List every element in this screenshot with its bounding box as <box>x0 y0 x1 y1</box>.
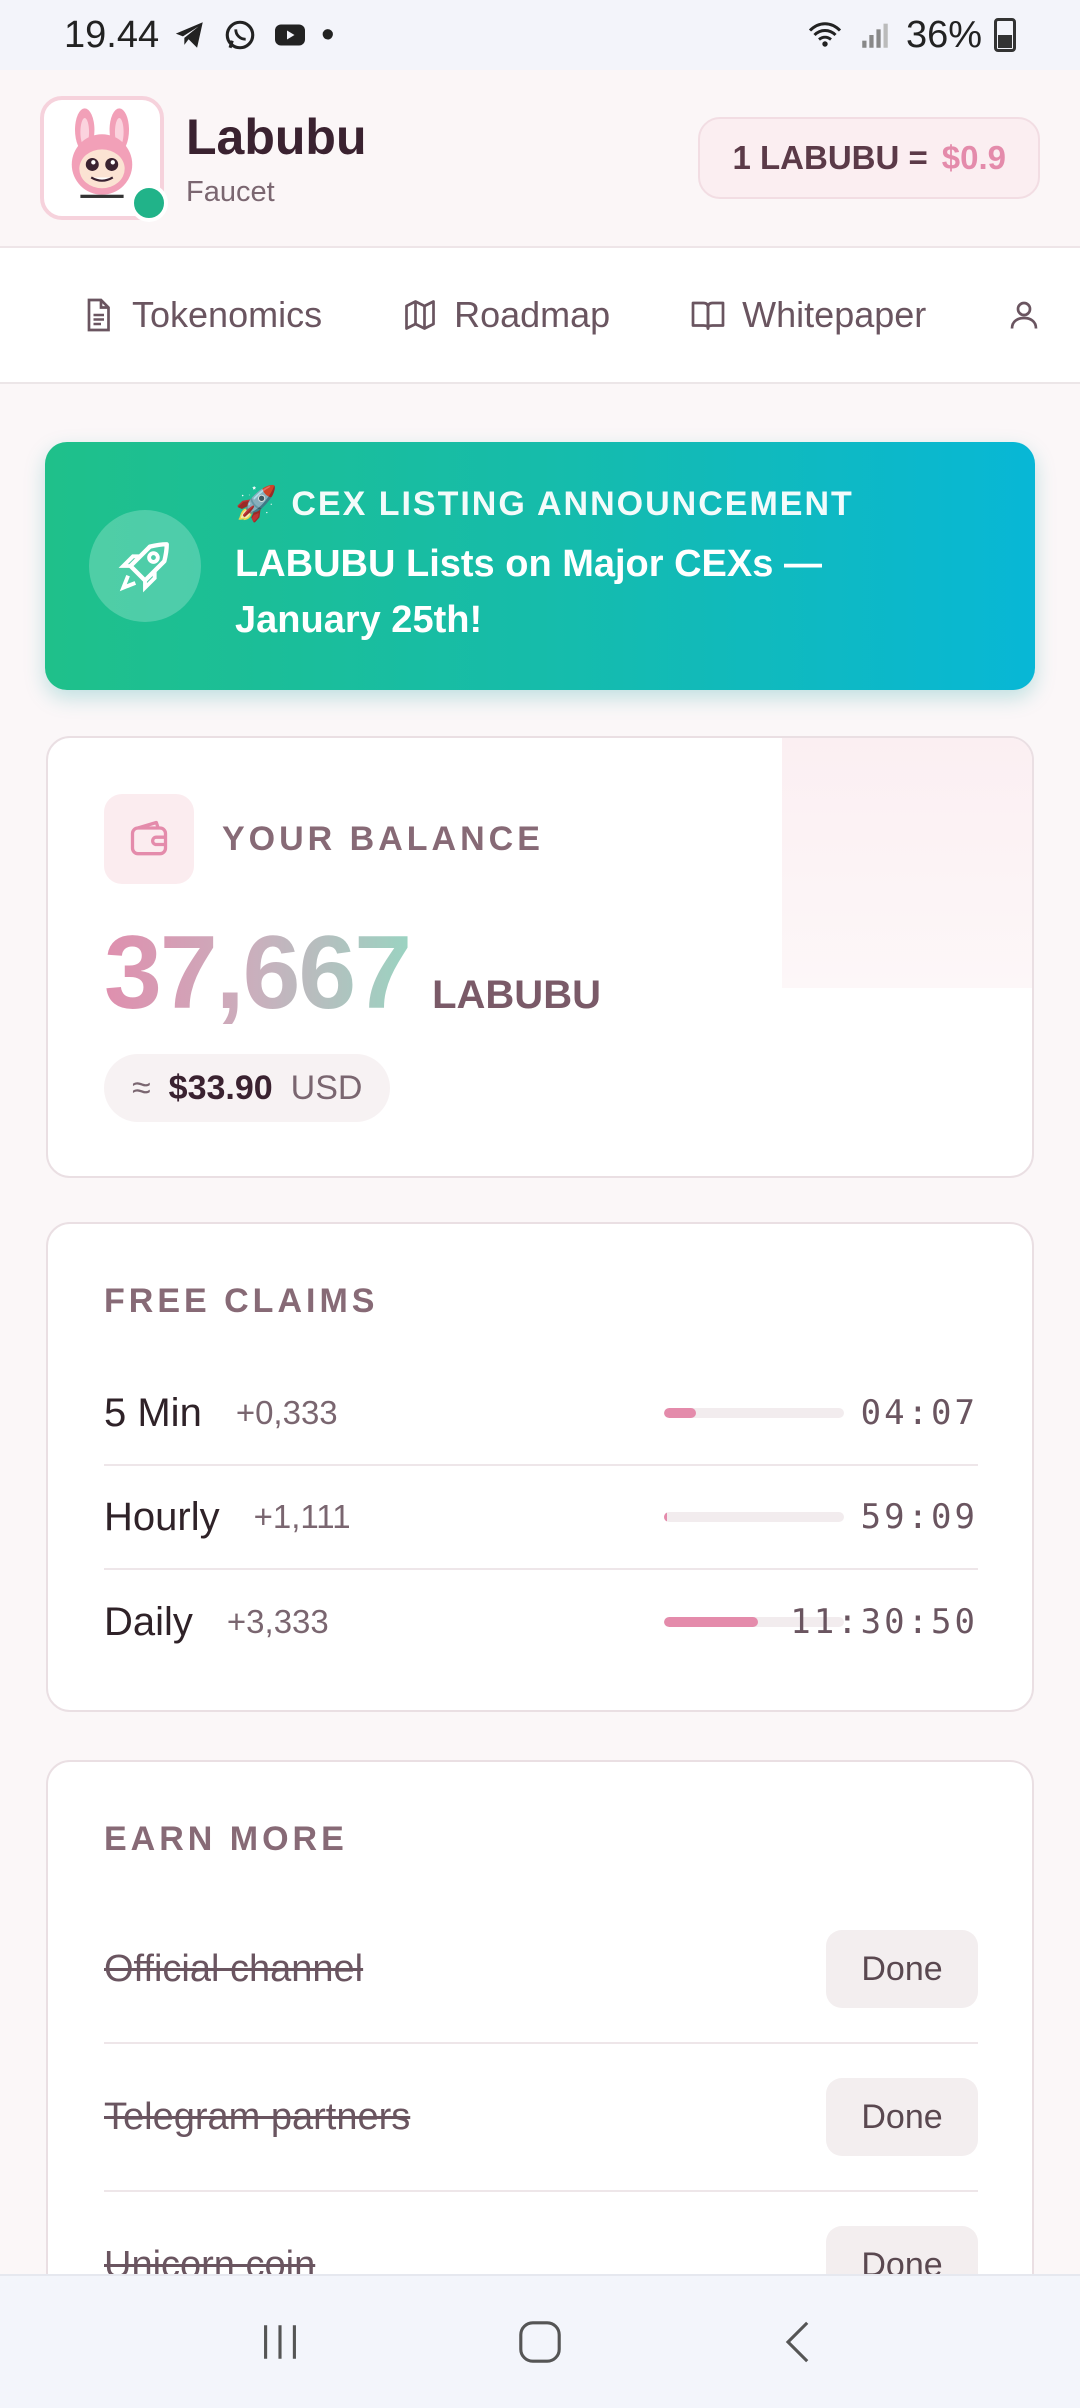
claim-progress-fill <box>664 1617 758 1627</box>
free-claims-card: FREE CLAIMS 5 Min +0,333 04:07 Hourly +1… <box>46 1222 1034 1712</box>
claim-row-hourly[interactable]: Hourly +1,111 59:09 <box>104 1466 978 1570</box>
claim-name: 5 Min <box>104 1390 202 1435</box>
task-row-telegram-partners: Telegram partners Done <box>104 2044 978 2192</box>
nav-whitepaper[interactable]: Whitepaper <box>690 294 926 336</box>
telegram-icon <box>171 16 209 54</box>
card-decoration <box>782 738 1032 988</box>
task-name: Telegram partners <box>104 2095 411 2138</box>
back-button[interactable] <box>760 2302 840 2382</box>
announcement-kicker: CEX LISTING ANNOUNCEMENT <box>291 484 854 523</box>
youtube-icon <box>271 16 309 54</box>
map-icon <box>405 300 435 330</box>
claim-row-5min[interactable]: 5 Min +0,333 04:07 <box>104 1362 978 1466</box>
app-header: Labubu Faucet 1 LABUBU = $0.9 <box>0 70 1080 248</box>
user-icon <box>1010 301 1038 329</box>
usd-value-pill: ≈ $33.90 USD <box>104 1054 391 1122</box>
status-bar: 19.44 • 36% <box>0 0 1080 70</box>
notification-dot: • <box>321 13 335 56</box>
claim-progress-bar <box>664 1408 844 1418</box>
task-done-button[interactable]: Done <box>826 2078 978 2156</box>
claim-amount: +3,333 <box>226 1603 329 1640</box>
balance-amount: 37,667 <box>104 915 412 1031</box>
balance-label: YOUR BALANCE <box>222 819 544 858</box>
nav-roadmap-label: Roadmap <box>454 294 611 335</box>
app-avatar <box>40 96 168 222</box>
nav-roadmap[interactable]: Roadmap <box>402 294 610 336</box>
online-status-dot <box>130 184 168 222</box>
claim-timer: 59:09 <box>860 1497 978 1537</box>
claim-amount: +0,333 <box>235 1394 338 1431</box>
claim-progress-fill <box>664 1408 697 1418</box>
document-icon <box>87 298 110 332</box>
top-nav: Tokenomics Roadmap Whitepaper <box>0 248 1080 384</box>
price-label: 1 LABUBU = <box>732 139 928 176</box>
balance-unit: LABUBU <box>432 973 601 1017</box>
rocket-emoji-icon: 🚀 <box>235 485 280 523</box>
signal-icon <box>856 16 894 54</box>
claim-name: Hourly <box>104 1494 220 1539</box>
earn-more-title: EARN MORE <box>104 1820 348 1858</box>
usd-currency: USD <box>290 1068 363 1107</box>
claim-progress-bar <box>664 1512 844 1522</box>
claim-name: Daily <box>104 1599 193 1644</box>
nav-tokenomics-label: Tokenomics <box>132 294 323 335</box>
token-price-badge[interactable]: 1 LABUBU = $0.9 <box>698 117 1040 199</box>
whatsapp-icon <box>221 16 259 54</box>
claim-timer: 11:30:50 <box>790 1602 978 1642</box>
announcement-title: LABUBU Lists on Major CEXs — January 25t… <box>235 543 822 641</box>
claim-amount: +1,111 <box>253 1498 351 1535</box>
wallet-icon <box>104 794 194 884</box>
free-claims-title: FREE CLAIMS <box>104 1282 379 1320</box>
nav-whitepaper-label: Whitepaper <box>742 294 927 335</box>
approx-symbol: ≈ <box>132 1068 151 1107</box>
battery-percent: 36% <box>905 13 982 56</box>
task-name: Official channel <box>104 1947 364 1990</box>
app-subtitle: Faucet <box>186 175 275 208</box>
system-nav-bar <box>0 2274 1080 2408</box>
recent-apps-button[interactable] <box>240 2302 320 2382</box>
wifi-icon <box>806 16 844 54</box>
task-row-official-channel: Official channel Done <box>104 1896 978 2044</box>
battery-icon <box>994 18 1016 52</box>
app-title: Labubu <box>186 108 367 165</box>
book-icon <box>691 301 725 330</box>
claim-progress-fill <box>664 1512 667 1522</box>
nav-tokenomics[interactable]: Tokenomics <box>80 294 322 336</box>
rocket-icon <box>89 510 201 622</box>
cex-announcement-banner[interactable]: 🚀 CEX LISTING ANNOUNCEMENT LABUBU Lists … <box>45 442 1035 690</box>
nav-more-partial[interactable] <box>1006 297 1042 333</box>
usd-value: $33.90 <box>168 1068 273 1107</box>
balance-card: YOUR BALANCE 37,667 LABUBU ≈ $33.90 USD <box>46 736 1034 1178</box>
status-time: 19.44 <box>64 13 160 56</box>
claim-row-daily[interactable]: Daily +3,333 11:30:50 <box>104 1570 978 1674</box>
price-value: $0.9 <box>941 139 1006 176</box>
claim-timer: 04:07 <box>860 1393 978 1433</box>
task-done-button[interactable]: Done <box>826 1930 978 2008</box>
home-button[interactable] <box>500 2302 580 2382</box>
